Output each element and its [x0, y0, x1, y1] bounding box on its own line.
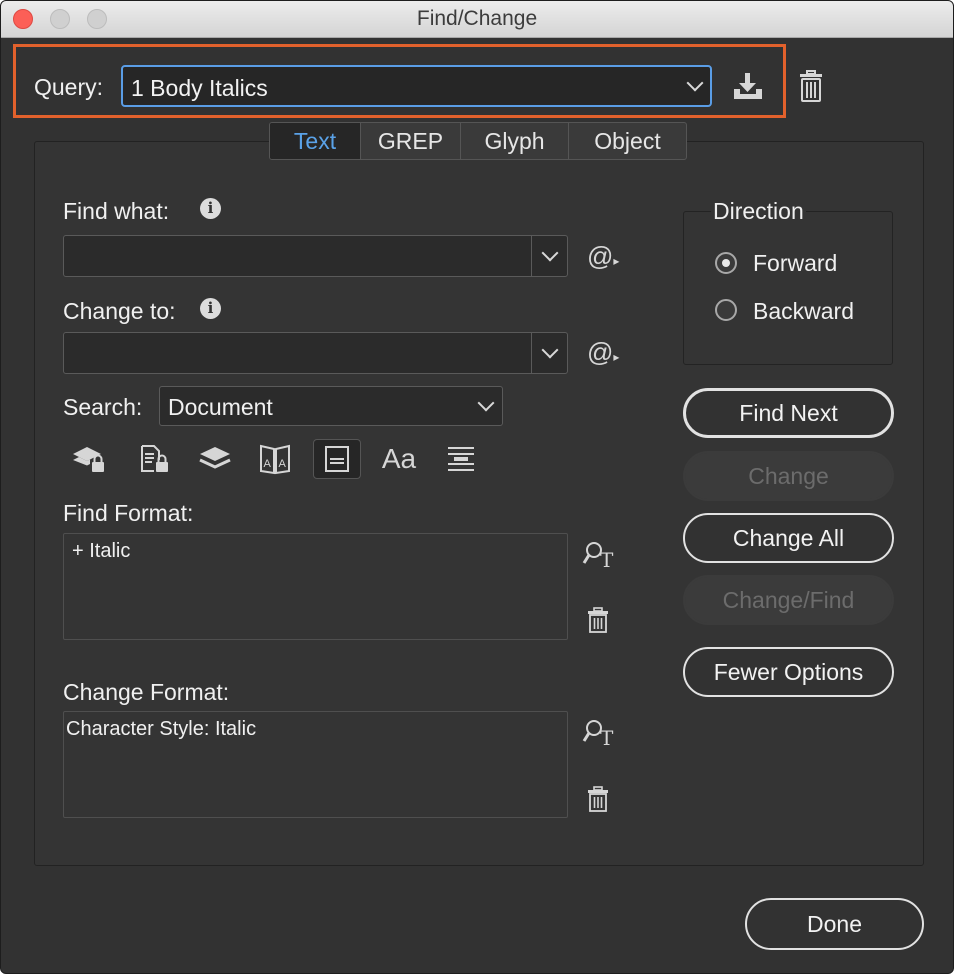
backward-label[interactable]: Backward — [753, 298, 854, 325]
change-all-button[interactable]: Change All — [683, 513, 894, 563]
tab-grep[interactable]: GREP — [361, 123, 461, 159]
chevron-down-icon — [477, 394, 495, 412]
hidden-layers-icon — [199, 447, 231, 469]
save-query-icon[interactable] — [730, 71, 766, 103]
done-button[interactable]: Done — [745, 898, 924, 950]
delete-query-icon[interactable] — [798, 69, 824, 103]
include-footnotes-toggle[interactable] — [313, 439, 361, 479]
search-scope-dropdown[interactable]: Document — [159, 386, 503, 426]
direction-label: Direction — [711, 198, 806, 225]
change-to-label: Change to: — [63, 298, 176, 324]
forward-label[interactable]: Forward — [753, 250, 837, 277]
clear-change-format-icon[interactable] — [587, 786, 609, 812]
special-characters-find-icon[interactable]: @▸ — [587, 241, 619, 272]
forward-radio[interactable] — [715, 252, 737, 274]
find-what-field[interactable] — [63, 235, 568, 277]
query-dropdown[interactable]: 1 Body Italics — [121, 65, 712, 107]
change-format-box[interactable]: Character Style: Italic — [63, 711, 568, 818]
include-locked-layers-toggle[interactable] — [65, 439, 113, 479]
change-find-button[interactable]: Change/Find — [683, 575, 894, 625]
search-type-tabs: Text GREP Glyph Object — [269, 122, 687, 160]
footnotes-icon — [325, 446, 349, 472]
locked-stories-icon — [141, 445, 168, 472]
info-icon[interactable]: i — [200, 298, 221, 319]
title-bar: Find/Change — [1, 1, 953, 38]
find-what-label: Find what: — [63, 198, 170, 224]
whole-word-icon — [448, 447, 474, 471]
include-locked-stories-toggle[interactable] — [129, 439, 177, 479]
whole-word-toggle[interactable] — [437, 439, 485, 479]
window-title: Find/Change — [416, 7, 538, 30]
find-format-box[interactable]: + Italic — [63, 533, 568, 640]
tab-text[interactable]: Text — [270, 123, 361, 159]
specify-find-format-icon[interactable]: T — [582, 539, 616, 569]
locked-layers-icon — [73, 447, 104, 472]
query-value: 1 Body Italics — [131, 75, 268, 101]
svg-text:A: A — [264, 458, 272, 470]
change-format-value: Character Style: Italic — [66, 718, 257, 740]
direction-group — [683, 211, 893, 365]
find-format-value: + Italic — [72, 540, 131, 562]
search-label: Search: — [63, 394, 143, 420]
include-hidden-layers-toggle[interactable] — [191, 439, 239, 479]
backward-radio[interactable] — [715, 299, 737, 321]
query-label: Query: — [34, 74, 104, 100]
find-format-label: Find Format: — [63, 500, 194, 526]
special-characters-change-icon[interactable]: @▸ — [587, 337, 619, 368]
change-to-field[interactable] — [63, 332, 568, 374]
tab-object[interactable]: Object — [569, 123, 686, 159]
svg-text:A: A — [279, 458, 287, 470]
info-icon[interactable]: i — [200, 198, 221, 219]
tab-glyph[interactable]: Glyph — [461, 123, 569, 159]
chevron-down-icon[interactable] — [541, 341, 559, 359]
specify-change-format-icon[interactable]: T — [582, 717, 616, 747]
master-pages-icon: A A — [260, 444, 290, 475]
svg-text:T: T — [600, 548, 614, 569]
fewer-options-button[interactable]: Fewer Options — [683, 647, 894, 697]
change-format-label: Change Format: — [63, 679, 230, 705]
svg-text:T: T — [600, 726, 614, 747]
find-change-dialog: Find/Change Query: 1 Body Italics Text G… — [0, 0, 954, 974]
chevron-down-icon[interactable] — [541, 244, 559, 262]
include-master-pages-toggle[interactable]: A A — [251, 439, 299, 479]
case-sensitive-toggle[interactable]: Aa — [375, 439, 423, 479]
change-button[interactable]: Change — [683, 451, 894, 501]
clear-find-format-icon[interactable] — [587, 607, 609, 633]
search-scope-value: Document — [168, 394, 273, 420]
chevron-down-icon — [686, 74, 704, 92]
find-next-button[interactable]: Find Next — [683, 388, 894, 438]
